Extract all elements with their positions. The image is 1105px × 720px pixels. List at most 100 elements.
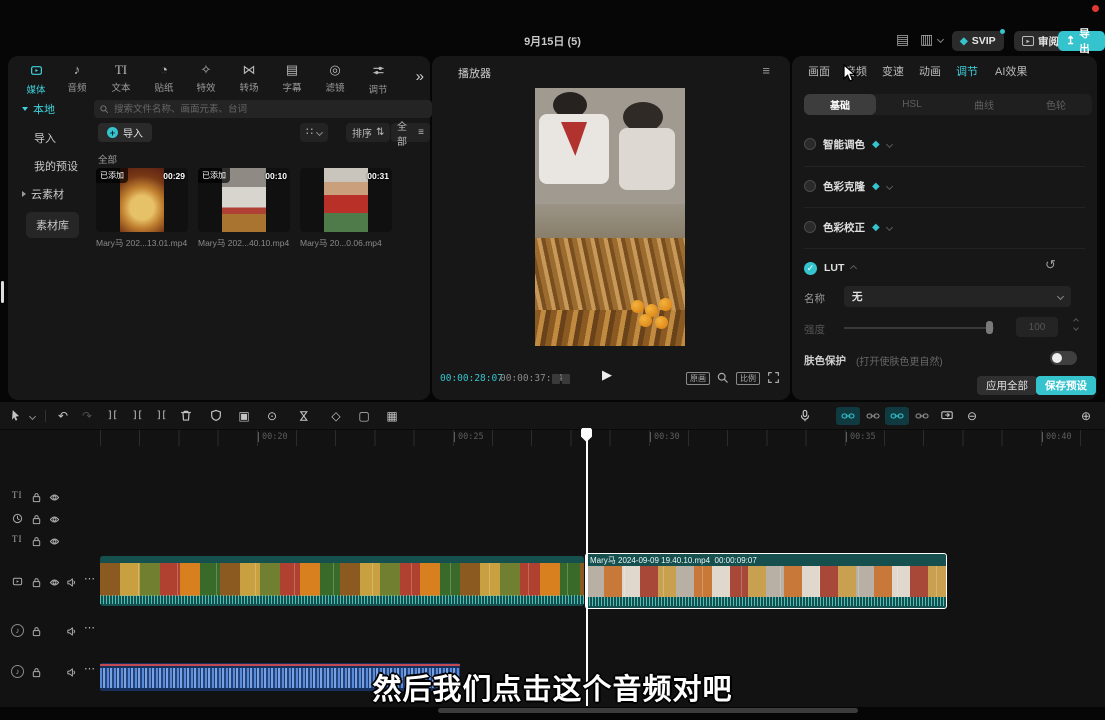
- reset-icon[interactable]: ↺: [1045, 258, 1056, 271]
- player-menu-icon[interactable]: ≡: [762, 64, 770, 77]
- select-tool-chevron-icon[interactable]: [29, 413, 36, 420]
- eye-icon[interactable]: [49, 536, 60, 547]
- matting-icon[interactable]: ▦: [386, 409, 397, 423]
- layout-toggle-icon[interactable]: ▤: [896, 32, 909, 46]
- linkage-toggle[interactable]: [885, 407, 909, 425]
- playhead[interactable]: [586, 430, 588, 706]
- eye-icon[interactable]: [49, 577, 60, 588]
- main-track-magnet-toggle[interactable]: [836, 407, 860, 425]
- auto-snap-toggle[interactable]: [861, 407, 885, 425]
- preview-axis-toggle[interactable]: [910, 407, 934, 425]
- save-preset-button[interactable]: 保存预设: [1036, 376, 1096, 395]
- video-clip-1[interactable]: [100, 556, 584, 606]
- zoom-out-icon[interactable]: ⊖: [967, 409, 977, 423]
- sidebar-item-import[interactable]: 导入: [34, 130, 56, 146]
- trim-right-icon[interactable]: ][: [156, 409, 166, 423]
- video-clip-2-selected[interactable]: Mary马 2024-09-09 19.40.10.mp4 00:00:09:0…: [585, 553, 947, 609]
- svip-button[interactable]: ◆ SVIP: [952, 31, 1004, 51]
- preview-zoom-icon[interactable]: [716, 371, 729, 384]
- lock-icon[interactable]: [31, 492, 42, 503]
- media-item-3[interactable]: 00:31 Mary马 20...0.06.mp4: [300, 168, 392, 249]
- panel-resize-handle[interactable]: [1, 281, 4, 303]
- play-button[interactable]: ▶: [602, 368, 612, 381]
- split-icon[interactable]: ][: [107, 409, 117, 423]
- color-correction-toggle[interactable]: [804, 221, 816, 233]
- trim-left-icon[interactable]: ][: [132, 409, 142, 423]
- media-item-2[interactable]: 已添加 00:10 Mary马 202...40.10.mp4: [198, 168, 290, 249]
- tab-text[interactable]: TI 文本: [101, 62, 141, 92]
- sidebar-item-my-presets[interactable]: 我的预设: [34, 158, 78, 174]
- subtab-color-wheel[interactable]: 色轮: [1020, 94, 1092, 115]
- more-options-icon[interactable]: ⋯: [84, 574, 95, 585]
- lut-name-select[interactable]: 无: [844, 286, 1071, 307]
- undo-icon[interactable]: ↶: [58, 409, 68, 423]
- crop-icon[interactable]: ▢: [358, 409, 369, 423]
- chevron-up-icon[interactable]: [850, 264, 857, 271]
- chevron-down-icon[interactable]: [886, 223, 893, 230]
- tab-adjust[interactable]: 调节: [358, 62, 398, 92]
- speaker-icon[interactable]: [66, 577, 77, 588]
- select-tool-icon[interactable]: [10, 409, 23, 422]
- fullscreen-icon[interactable]: [767, 371, 780, 384]
- timeline-ruler[interactable]: 00:20 00:25 00:30 00:35 00:40: [100, 430, 1105, 446]
- sidebar-item-local[interactable]: 本地: [22, 101, 55, 117]
- sort-button[interactable]: 排序 ⇅: [346, 123, 390, 142]
- filter-all-button[interactable]: 全部 ≡: [391, 123, 430, 142]
- lock-icon[interactable]: [31, 577, 42, 588]
- tab-transition[interactable]: ⋈ 转场: [229, 62, 269, 92]
- freeze-frame-icon[interactable]: [210, 409, 223, 422]
- view-mode-dropdown[interactable]: ∷: [300, 123, 328, 142]
- tab-speed[interactable]: 变速: [882, 63, 904, 79]
- tab-effects[interactable]: ✧ 特效: [186, 62, 226, 92]
- cover-select-icon[interactable]: [941, 409, 954, 421]
- frame-preview-icon[interactable]: [552, 374, 570, 384]
- lock-icon[interactable]: [31, 536, 42, 547]
- intensity-slider-knob[interactable]: [986, 321, 993, 334]
- tab-animation[interactable]: 动画: [919, 63, 941, 79]
- tab-sticker[interactable]: ◔ 贴纸: [144, 62, 184, 92]
- tab-ai-effects[interactable]: AI效果: [995, 63, 1027, 79]
- more-tabs-icon[interactable]: »: [416, 68, 424, 85]
- smart-color-toggle[interactable]: [804, 138, 816, 150]
- color-clone-toggle[interactable]: [804, 180, 816, 192]
- ratio-button[interactable]: 比例: [736, 372, 760, 385]
- lut-checkbox[interactable]: ✓: [804, 262, 817, 275]
- lock-icon[interactable]: [31, 626, 42, 637]
- reverse-play-icon[interactable]: ⊙: [267, 409, 277, 423]
- panel-layout-icon[interactable]: ▥: [920, 32, 933, 46]
- overlay-icon[interactable]: ▣: [238, 409, 249, 423]
- horizontal-scrollbar[interactable]: [438, 708, 858, 713]
- apply-all-button[interactable]: 应用全部: [977, 376, 1037, 395]
- intensity-value[interactable]: 100: [1016, 317, 1058, 337]
- subtab-hsl[interactable]: HSL: [876, 94, 948, 115]
- tab-filter[interactable]: ◎ 滤镜: [315, 62, 355, 92]
- eye-icon[interactable]: [49, 492, 60, 503]
- tab-adjustment[interactable]: 调节: [956, 63, 978, 79]
- intensity-stepper[interactable]: [1074, 319, 1078, 330]
- tab-media[interactable]: 媒体: [16, 62, 56, 92]
- eye-icon[interactable]: [49, 514, 60, 525]
- sidebar-item-cloud-assets[interactable]: 云素材: [22, 186, 64, 202]
- quality-button[interactable]: 原画: [686, 372, 710, 385]
- skin-protect-toggle[interactable]: [1050, 351, 1077, 365]
- redo-icon[interactable]: ↷: [82, 409, 92, 423]
- tab-caption[interactable]: ▤ 字幕: [272, 62, 312, 92]
- record-voiceover-icon[interactable]: [799, 409, 812, 422]
- tab-picture[interactable]: 画面: [808, 63, 830, 79]
- lock-icon[interactable]: [31, 514, 42, 525]
- subtab-basic[interactable]: 基础: [804, 94, 876, 115]
- export-button[interactable]: ↥ 导出: [1058, 31, 1105, 51]
- rotate-icon[interactable]: ◇: [331, 409, 340, 423]
- chevron-down-icon[interactable]: [886, 182, 893, 189]
- subtab-curves[interactable]: 曲线: [948, 94, 1020, 115]
- fit-timeline-icon[interactable]: ⊕: [1081, 409, 1091, 423]
- search-input[interactable]: [94, 100, 432, 118]
- media-item-1[interactable]: 已添加 00:29 Mary马 202...13.01.mp4: [96, 168, 188, 249]
- more-options-icon[interactable]: ⋯: [84, 623, 95, 634]
- intensity-slider[interactable]: [844, 327, 994, 329]
- mirror-icon[interactable]: ⋈: [297, 410, 311, 422]
- speaker-icon[interactable]: [66, 626, 77, 637]
- import-button[interactable]: + 导入: [98, 123, 152, 142]
- chevron-down-icon[interactable]: [886, 140, 893, 147]
- sidebar-item-asset-library[interactable]: 素材库: [26, 212, 79, 238]
